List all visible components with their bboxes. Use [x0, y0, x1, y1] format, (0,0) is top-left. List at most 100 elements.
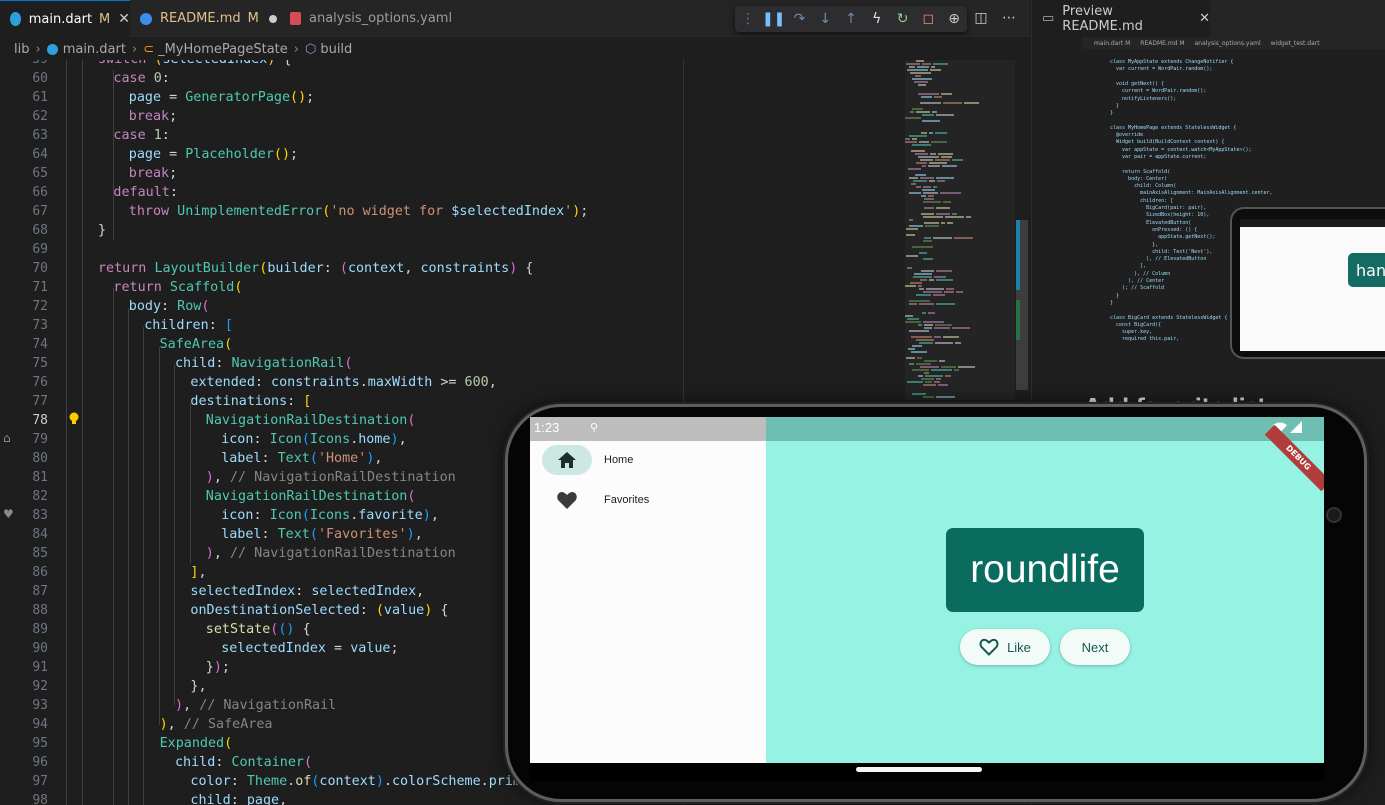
minimap-line [910, 282, 922, 284]
minimap-line [918, 285, 922, 287]
step-out-icon[interactable]: ↑ [838, 8, 864, 30]
emulator-screen[interactable]: 1:23 ⚲ Home Favorites roundlife Like Nex… [530, 417, 1324, 773]
minimap-line [938, 384, 948, 386]
gesture-handle[interactable] [856, 767, 982, 772]
mini-code-line: mainAxisAlignment: MainAxisAlignment.cen… [1110, 190, 1273, 197]
mini-code-line: ), // Column [1110, 270, 1171, 277]
like-button[interactable]: Like [960, 629, 1050, 665]
line-number: 86 [32, 565, 48, 580]
minimap-line [909, 66, 915, 68]
line-number: 75 [32, 356, 48, 371]
minimap-line [912, 108, 923, 110]
minimap-line [931, 141, 947, 143]
minimap-line [905, 117, 921, 119]
mini-code-line: var current = WordPair.random(); [1110, 66, 1213, 73]
next-button[interactable]: Next [1060, 629, 1130, 665]
minimap-line [936, 114, 954, 116]
minimap-line [954, 369, 959, 371]
minimap-line [916, 162, 927, 164]
minimap-line [905, 285, 916, 287]
mini-code-line: Widget build(BuildContext context) { [1110, 139, 1225, 146]
code-line: selectedIndex = value; [221, 641, 399, 656]
minimap-line [909, 219, 913, 221]
minimap-line [906, 228, 918, 230]
mini-code-line: class MyAppState extends ChangeNotifier … [1110, 59, 1234, 65]
minimap-line [936, 177, 954, 179]
scrollbar-marker [1016, 220, 1020, 290]
minimap-line [923, 291, 942, 293]
restart-icon[interactable]: ↻ [890, 8, 916, 30]
minimap-line [931, 66, 935, 68]
tab-preview-readme[interactable]: ▭ Preview README.md ✕ [1032, 0, 1210, 37]
code-line: child: NavigationRail( [175, 356, 353, 371]
code-line: children: [ [144, 318, 233, 333]
minimap-line [905, 315, 913, 317]
line-number: 73 [32, 318, 48, 333]
minimap-line [909, 177, 918, 179]
dart-file-icon [46, 43, 58, 55]
minimap-line [941, 93, 952, 95]
nav-label-favorites: Favorites [604, 494, 650, 506]
minimap-line [934, 336, 941, 338]
line-number: 68 [32, 223, 48, 238]
more-actions-icon[interactable]: ⋯ [998, 6, 1020, 30]
mini-tab: analysis_options.yaml [1194, 39, 1261, 47]
mini-code-line: ], [1110, 263, 1147, 270]
minimap-line [934, 96, 942, 98]
minimap-line [909, 363, 914, 365]
notification-icon: ⚲ [590, 421, 599, 434]
minimap-line [924, 372, 929, 374]
minimap-line [916, 111, 930, 113]
minimap-line [911, 183, 916, 185]
line-number: 90 [32, 641, 48, 656]
minimap-line [912, 369, 929, 371]
close-icon[interactable]: ✕ [1199, 11, 1210, 26]
pause-icon[interactable]: ❚❚ [761, 8, 787, 30]
minimap-line [929, 162, 947, 164]
lightbulb-icon[interactable] [68, 412, 80, 426]
drag-handle-icon[interactable]: ⋮ [735, 8, 761, 30]
minimap-line [930, 69, 941, 71]
minimap-line [909, 330, 929, 332]
breadcrumb-item-method[interactable]: build [320, 42, 352, 57]
hot-reload-icon[interactable]: ϟ [864, 8, 890, 30]
mini-code-line: child: Text('Next'), [1110, 248, 1213, 255]
step-over-icon[interactable]: ↷ [787, 8, 813, 30]
code-line: page = GeneratorPage(); [128, 90, 315, 105]
tab-main-dart[interactable]: main.dart M ✕ [0, 0, 130, 37]
code-line: switch (selectedIndex) { [98, 60, 292, 67]
minimap-line [931, 369, 952, 371]
minimap-line [933, 63, 948, 65]
breadcrumb-item-file[interactable]: main.dart [63, 42, 126, 57]
close-icon[interactable]: ✕ [118, 11, 130, 27]
minimap-line [934, 276, 946, 278]
mini-code-line: const BigCard({ [1110, 321, 1162, 328]
mini-code-line: class MyHomePage extends StatelessWidget… [1110, 124, 1237, 131]
minimap-line [936, 303, 955, 305]
minimap-line [922, 165, 926, 167]
line-number: 72 [32, 299, 48, 314]
unsaved-dot-icon[interactable] [268, 14, 277, 23]
stop-icon[interactable]: ◻ [915, 8, 941, 30]
tab-readme[interactable]: README.md M [130, 0, 280, 37]
mini-code-line: appState.getNext(); [1110, 234, 1216, 241]
nav-destination-favorites[interactable]: Favorites [542, 485, 742, 515]
minimap-line [918, 93, 939, 95]
code-line: icon: Icon(Icons.favorite), [221, 508, 439, 523]
nav-destination-home[interactable]: Home [542, 445, 742, 475]
line-number: 93 [32, 698, 48, 713]
breadcrumb-item-lib[interactable]: lib [14, 42, 29, 57]
inspect-widget-icon[interactable]: ⊕ [941, 8, 967, 30]
split-editor-icon[interactable]: ◫ [970, 6, 992, 30]
info-file-icon [140, 12, 152, 25]
tab-analysis-options[interactable]: analysis_options.yaml [280, 0, 460, 37]
minimap-line [923, 216, 943, 218]
mini-code-line: notifyListeners(); [1110, 95, 1177, 102]
minimap-line [936, 270, 952, 272]
minimap-line [926, 288, 944, 290]
mini-code-line: } [1110, 292, 1120, 299]
line-number: 98 [32, 793, 48, 805]
step-into-icon[interactable]: ↓ [812, 8, 838, 30]
breadcrumb-item-class[interactable]: _MyHomePageState [158, 42, 288, 57]
minimap-line [924, 222, 939, 224]
